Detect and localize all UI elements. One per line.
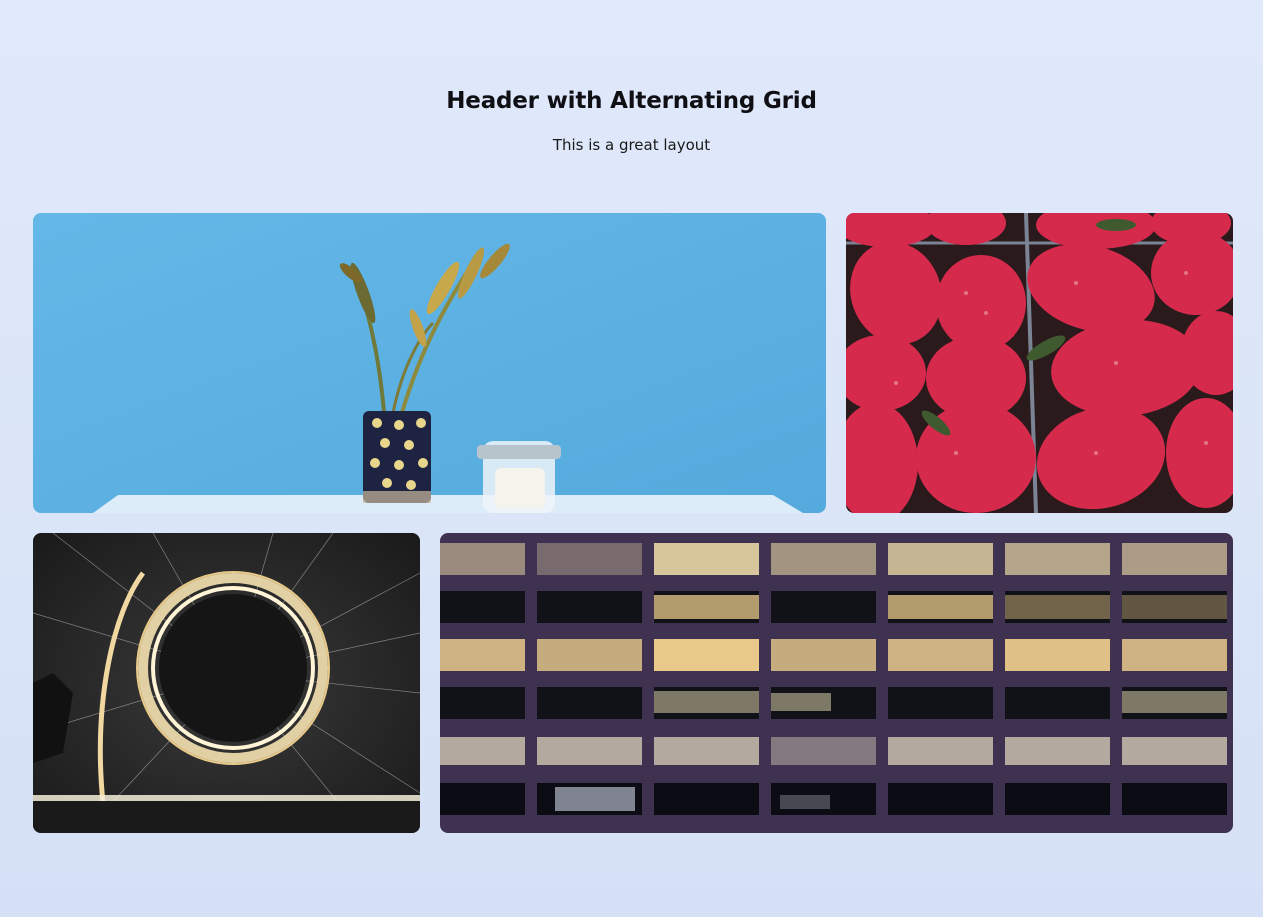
building-image [440, 533, 1233, 833]
image-tile-strawberries [846, 213, 1233, 513]
plant-image [33, 213, 826, 513]
page-title: Header with Alternating Grid [446, 88, 817, 114]
image-tile-building [440, 533, 1233, 833]
image-tile-plant [33, 213, 826, 513]
image-tile-light-circle [33, 533, 420, 833]
page-subtitle: This is a great layout [552, 136, 711, 154]
page-header: Header with Alternating Grid This is a g… [0, 88, 1263, 154]
strawberries-image [846, 213, 1233, 513]
light-circle-image [33, 533, 420, 833]
